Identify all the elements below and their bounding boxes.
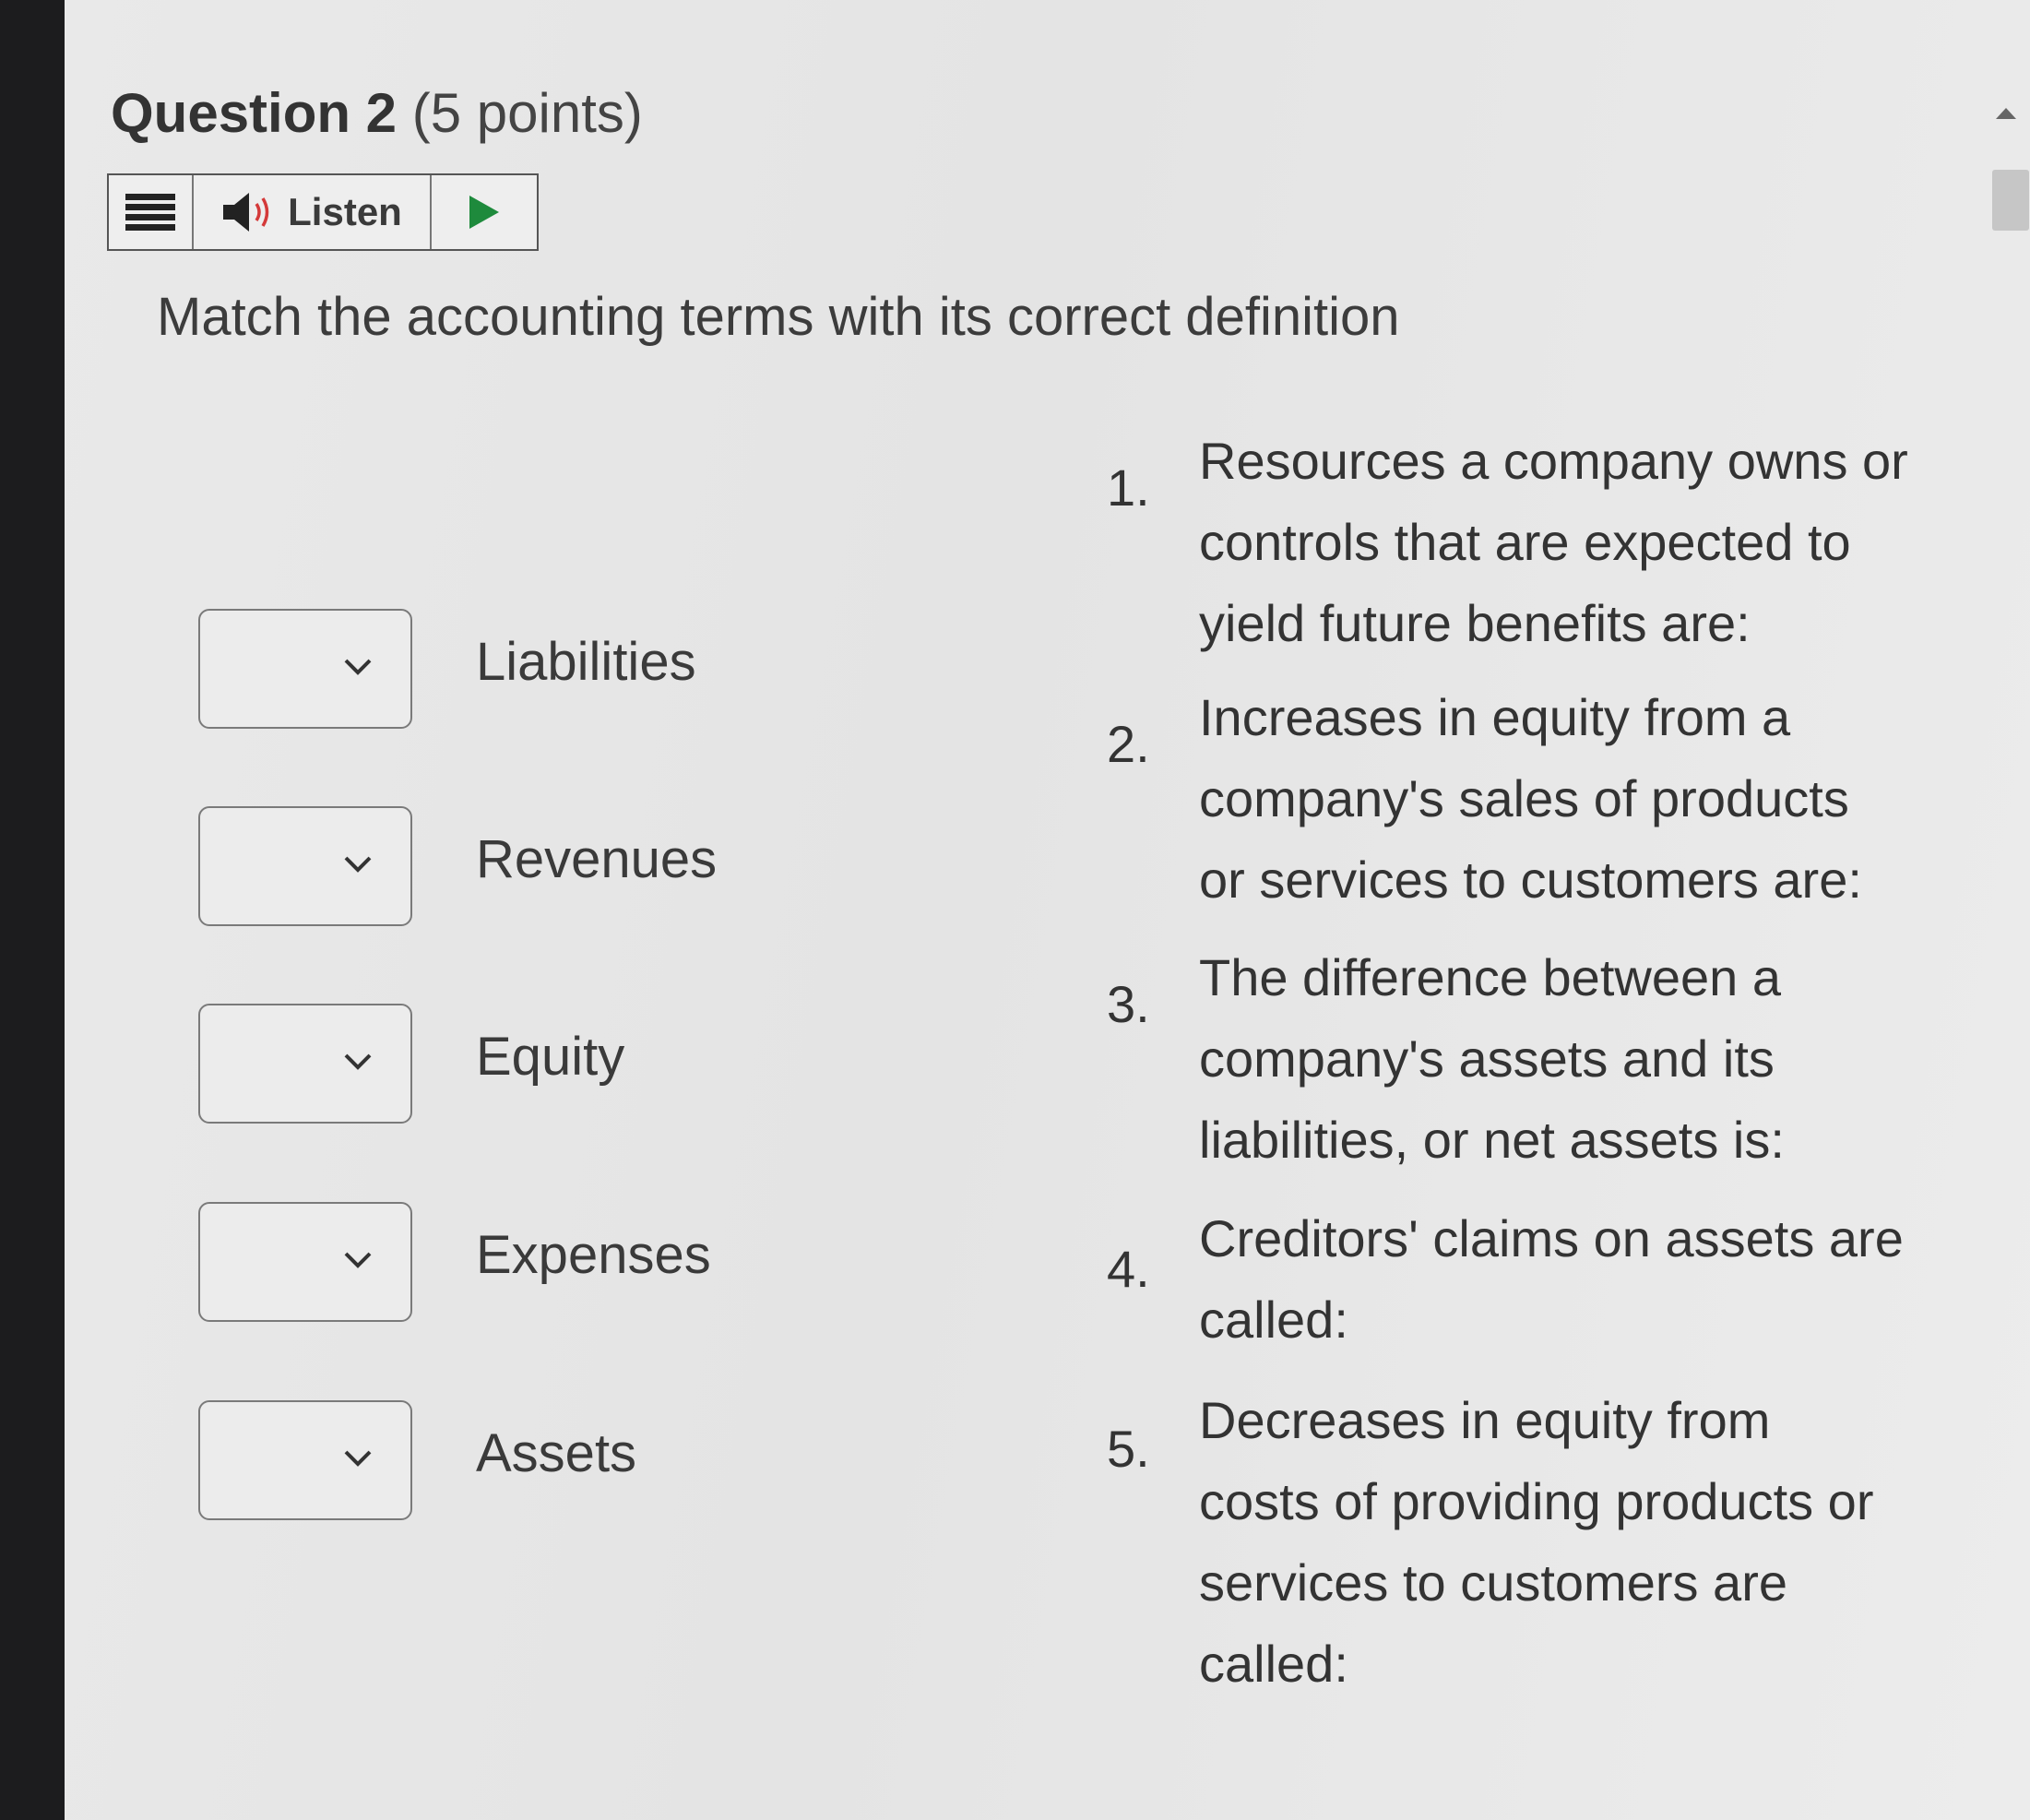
listen-button[interactable]: Listen xyxy=(194,175,432,249)
answer-dropdown[interactable] xyxy=(198,1202,412,1322)
definition-line: controls that are expected to xyxy=(1199,513,1851,571)
term-label: Assets xyxy=(476,1423,637,1483)
definition-line: called: xyxy=(1199,1635,1348,1693)
chevron-down-icon xyxy=(344,1450,372,1467)
listen-label: Listen xyxy=(288,190,402,233)
definition-text: Resources a company owns or controls tha… xyxy=(1199,421,2011,664)
definition-line: services to customers are xyxy=(1199,1553,1787,1612)
speaker-icon xyxy=(223,193,269,232)
chevron-down-icon xyxy=(344,1252,372,1268)
term-label: Revenues xyxy=(476,829,718,889)
chevron-down-icon xyxy=(344,856,372,873)
quiz-page: Question 2 (5 points) Listen Match the a… xyxy=(65,0,2030,1820)
definition-line: company's sales of products xyxy=(1199,769,1849,827)
answer-dropdown[interactable] xyxy=(198,1400,412,1520)
definition-text: Creditors' claims on assets are called: xyxy=(1199,1198,2011,1361)
question-instruction: Match the accounting terms with its corr… xyxy=(157,287,1400,347)
definition-line: or services to customers are: xyxy=(1199,851,1862,909)
definition-line: Resources a company owns or xyxy=(1199,432,1908,490)
match-row: Assets xyxy=(65,1400,1079,1522)
match-row: Revenues xyxy=(65,806,1079,928)
term-label: Liabilities xyxy=(476,632,696,692)
read-aloud-toolbar: Listen xyxy=(107,173,539,251)
definition-line: The difference between a xyxy=(1199,948,1781,1006)
scrollbar-thumb[interactable] xyxy=(1992,170,2029,231)
chevron-down-icon xyxy=(344,1053,372,1070)
question-points: (5 points) xyxy=(411,82,643,144)
definition-number: 5. xyxy=(1107,1420,1150,1478)
question-title: Question 2 xyxy=(111,82,398,144)
answer-dropdown[interactable] xyxy=(198,1004,412,1124)
definition-line: Decreases in equity from xyxy=(1199,1391,1771,1449)
play-button[interactable] xyxy=(432,175,537,249)
definition-number: 3. xyxy=(1107,975,1150,1033)
answer-dropdown[interactable] xyxy=(198,806,412,926)
chevron-down-icon xyxy=(344,659,372,675)
menu-button[interactable] xyxy=(109,175,194,249)
term-label: Equity xyxy=(476,1027,625,1087)
answer-dropdown[interactable] xyxy=(198,609,412,729)
definition-text: Decreases in equity from costs of provid… xyxy=(1199,1380,2011,1705)
match-row: Expenses xyxy=(65,1202,1079,1324)
question-header: Question 2 (5 points) xyxy=(111,81,643,145)
definition-number: 2. xyxy=(1107,715,1150,773)
definition-line: yield future benefits are: xyxy=(1199,594,1751,652)
definition-line: costs of providing products or xyxy=(1199,1472,1874,1530)
definition-line: company's assets and its xyxy=(1199,1029,1775,1088)
definition-line: called: xyxy=(1199,1291,1348,1349)
definition-number: 4. xyxy=(1107,1240,1150,1298)
definition-line: Creditors' claims on assets are xyxy=(1199,1209,1904,1267)
scroll-up-arrow-icon[interactable] xyxy=(1994,106,2018,121)
term-label: Expenses xyxy=(476,1225,711,1285)
definition-text: Increases in equity from a company's sal… xyxy=(1199,677,2011,921)
definition-line: Increases in equity from a xyxy=(1199,688,1791,746)
match-row: Equity xyxy=(65,1004,1079,1125)
definition-number: 1. xyxy=(1107,458,1150,517)
hamburger-menu-icon xyxy=(125,194,175,231)
definition-line: liabilities, or net assets is: xyxy=(1199,1111,1785,1169)
play-icon xyxy=(469,196,499,229)
vertical-scrollbar[interactable] xyxy=(1983,0,2030,1820)
match-row: Liabilities xyxy=(65,609,1079,731)
definition-text: The difference between a company's asset… xyxy=(1199,937,2011,1181)
